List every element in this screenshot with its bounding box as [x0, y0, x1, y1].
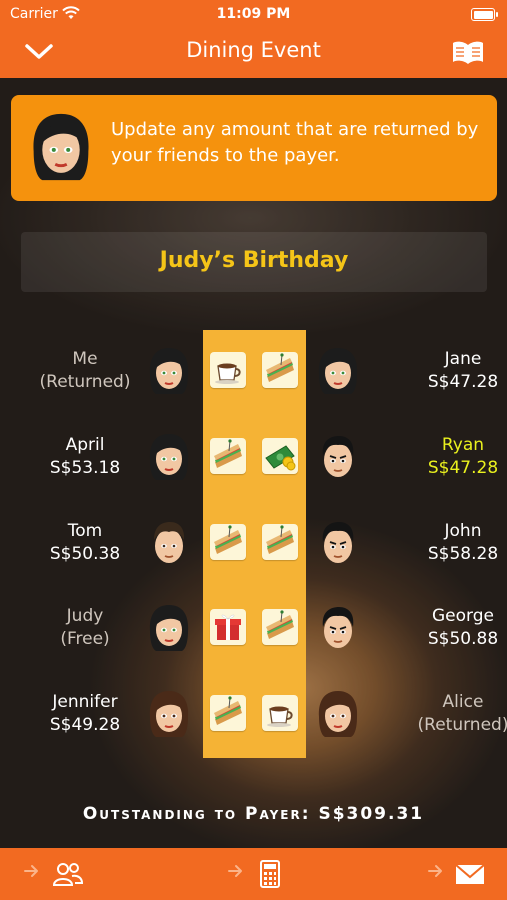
person-name: Alice: [442, 692, 484, 712]
open-book-icon[interactable]: [451, 40, 485, 66]
outstanding-total: Outstanding to Payer: S$309.31: [0, 804, 507, 824]
money-icon[interactable]: [262, 438, 298, 474]
sandwich-icon[interactable]: [262, 352, 298, 388]
calculator-icon[interactable]: [254, 860, 286, 888]
arrow-right-icon: [24, 865, 38, 877]
male-dark-avatar[interactable]: [313, 432, 363, 482]
female-avatar[interactable]: [313, 346, 363, 396]
person-right-5[interactable]: Alice (Returned): [378, 691, 507, 737]
person-detail: S$47.28: [427, 372, 499, 392]
female-brown-avatar[interactable]: [144, 689, 194, 739]
sandwich-icon[interactable]: [210, 438, 246, 474]
envelope-icon[interactable]: [454, 860, 486, 888]
status-bar: Carrier 11:09 PM: [0, 0, 507, 28]
sandwich-icon[interactable]: [210, 524, 246, 560]
person-right-4[interactable]: George S$50.88: [378, 605, 507, 651]
male-dark-avatar[interactable]: [313, 603, 363, 653]
info-banner: Update any amount that are returned by y…: [11, 95, 497, 201]
person-name: Ryan: [441, 435, 485, 455]
person-right-3[interactable]: John S$58.28: [378, 520, 507, 566]
male-dark-avatar[interactable]: [313, 518, 363, 568]
female-avatar[interactable]: [144, 432, 194, 482]
banner-message: Update any amount that are returned by y…: [111, 119, 479, 166]
person-name: John: [444, 521, 482, 541]
group-icon[interactable]: [52, 860, 84, 888]
male-avatar[interactable]: [144, 518, 194, 568]
person-detail: S$58.28: [427, 544, 499, 564]
person-name: George: [432, 606, 494, 626]
person-right-2[interactable]: Ryan S$47.28: [378, 434, 507, 480]
event-title-box[interactable]: Judy’s Birthday: [21, 232, 487, 292]
bottom-bar: [0, 848, 507, 900]
person-detail: S$47.28: [427, 458, 499, 478]
clock: 11:09 PM: [216, 6, 291, 22]
female-avatar: [33, 113, 89, 181]
arrow-right-icon: [428, 865, 442, 877]
coffee-cup-icon[interactable]: [210, 352, 246, 388]
sandwich-icon[interactable]: [262, 524, 298, 560]
battery-icon: [471, 8, 498, 21]
person-name: Jane: [444, 349, 482, 369]
arrow-right-icon: [228, 865, 242, 877]
sandwich-icon[interactable]: [210, 695, 246, 731]
top-bar: Carrier 11:09 PM Dining Event: [0, 0, 507, 78]
outstanding-label: Outstanding to Payer: S$309.31: [82, 804, 425, 824]
gift-icon[interactable]: [210, 609, 246, 645]
female-avatar[interactable]: [144, 346, 194, 396]
person-detail: S$50.88: [427, 629, 499, 649]
person-right-1[interactable]: Jane S$47.28: [378, 348, 507, 394]
page-title: Dining Event: [186, 38, 321, 62]
sandwich-icon[interactable]: [262, 609, 298, 645]
female-brown-avatar[interactable]: [313, 689, 363, 739]
female-avatar[interactable]: [144, 603, 194, 653]
event-title: Judy’s Birthday: [159, 248, 349, 273]
person-detail: (Returned): [417, 715, 507, 735]
coffee-cup-icon[interactable]: [262, 695, 298, 731]
